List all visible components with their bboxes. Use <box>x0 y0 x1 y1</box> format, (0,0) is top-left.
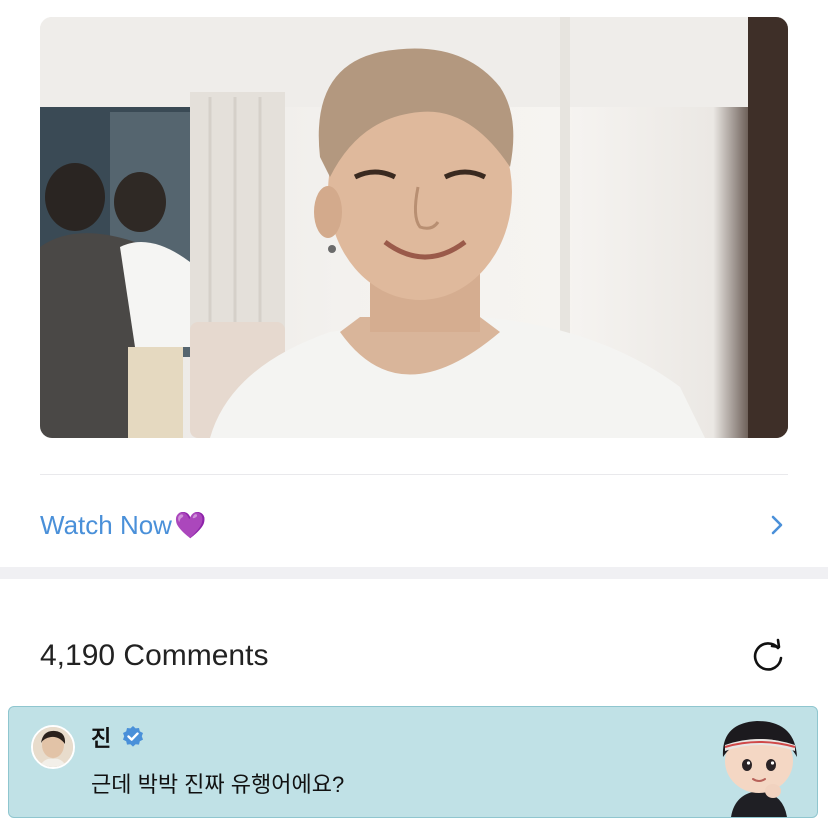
avatar-image <box>33 727 73 767</box>
verified-badge-icon <box>123 726 144 747</box>
comments-count: 4,190 Comments <box>40 639 269 672</box>
watch-now-link[interactable]: Watch Now 💜 <box>40 500 788 550</box>
chevron-right-icon[interactable] <box>766 514 788 536</box>
watch-now-label[interactable]: Watch Now 💜 <box>40 510 206 541</box>
refresh-icon[interactable] <box>748 636 788 676</box>
divider <box>40 474 788 475</box>
comments-header: 4,190 Comments <box>40 630 788 682</box>
character-sticker-icon <box>722 721 797 817</box>
comment-body: 근데 박박 진짜 유행어에요? <box>91 772 345 797</box>
photo-illustration <box>40 17 788 438</box>
watch-now-text: Watch Now <box>40 509 172 540</box>
comment-author[interactable]: 진 <box>91 721 145 753</box>
section-separator <box>0 567 828 579</box>
highlighted-comment[interactable]: 진 근데 박박 진짜 유행어에요? <box>8 706 818 818</box>
comment-username: 진 <box>91 726 112 751</box>
avatar[interactable] <box>31 725 75 769</box>
post-photo[interactable] <box>40 17 788 438</box>
purple-heart-icon: 💜 <box>173 509 207 540</box>
